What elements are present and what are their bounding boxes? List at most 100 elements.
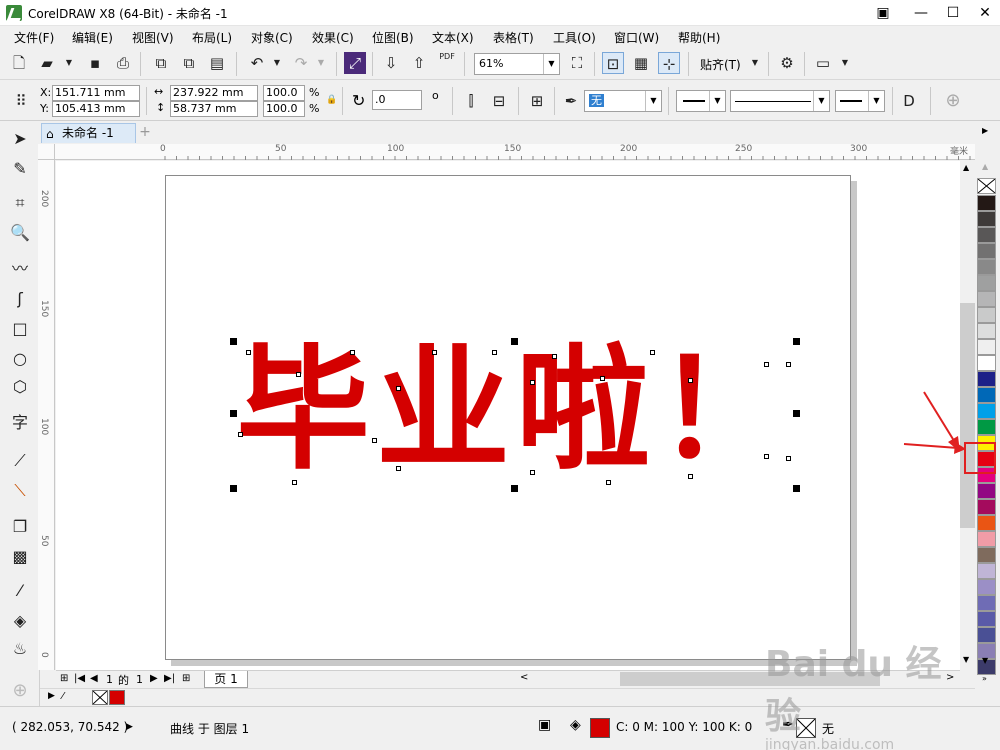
palette-swatch[interactable]: [977, 595, 996, 611]
palette-swatch[interactable]: [977, 515, 996, 531]
menu-view[interactable]: 视图(V): [132, 29, 174, 46]
palette-swatch[interactable]: [977, 387, 996, 403]
selection-handle[interactable]: [230, 410, 237, 417]
prev-page-icon[interactable]: ◀: [90, 673, 98, 684]
palette-menu-icon[interactable]: ▶: [982, 126, 988, 135]
palette-swatch[interactable]: [977, 339, 996, 355]
palette-swatch[interactable]: [977, 531, 996, 547]
selection-handle[interactable]: [230, 485, 237, 492]
horizontal-ruler[interactable]: 0 50 100 150 200 250 300 毫米: [55, 144, 975, 160]
undo-icon[interactable]: ↶: [246, 52, 268, 74]
selection-handle[interactable]: [793, 410, 800, 417]
start-arrowhead-select[interactable]: ▼: [676, 90, 726, 112]
new-document-icon[interactable]: 🗋: [8, 52, 30, 74]
artistic-media-icon[interactable]: ʃ: [9, 288, 31, 310]
vertical-ruler[interactable]: 200 150 100 50 0: [38, 160, 55, 670]
zoom-tool-icon[interactable]: 🔍: [9, 222, 31, 244]
maximize-button[interactable]: ☐: [938, 2, 968, 24]
palette-swatch[interactable]: [977, 323, 996, 339]
palette-swatch[interactable]: [977, 259, 996, 275]
parallel-dimension-icon[interactable]: ⟋: [9, 450, 31, 472]
palette-swatch[interactable]: [977, 371, 996, 387]
search-content-icon[interactable]: ⤢: [344, 52, 366, 74]
close-curve-icon[interactable]: D: [898, 90, 920, 112]
palette-swatch[interactable]: [977, 611, 996, 627]
show-rulers-icon[interactable]: ⊡: [602, 52, 624, 74]
scroll-left-icon[interactable]: <: [520, 672, 528, 683]
palette-swatch[interactable]: [977, 211, 996, 227]
scale-width-field[interactable]: 100.0: [263, 85, 305, 101]
quick-customize-icon[interactable]: ⊞: [526, 90, 548, 112]
red-swatch[interactable]: [109, 690, 125, 705]
x-position-field[interactable]: 151.711 mm: [52, 85, 140, 101]
selection-handle[interactable]: [230, 338, 237, 345]
palette-swatch[interactable]: [977, 403, 996, 419]
rectangle-tool-icon[interactable]: □: [9, 318, 31, 340]
menu-layout[interactable]: 布局(L): [192, 29, 232, 46]
palette-options-icon[interactable]: ▶: [48, 691, 55, 701]
cut-icon[interactable]: ⧉: [150, 52, 172, 74]
menu-object[interactable]: 对象(C): [251, 29, 293, 46]
palette-swatch[interactable]: [977, 499, 996, 515]
menu-text[interactable]: 文本(X): [432, 29, 474, 46]
palette-scroll-up-icon[interactable]: ▲: [982, 162, 988, 171]
undo-dropdown-icon[interactable]: ▼: [266, 52, 288, 74]
mirror-vertical-icon[interactable]: ⊟: [488, 90, 510, 112]
palette-swatch[interactable]: [977, 243, 996, 259]
palette-swatch[interactable]: [977, 547, 996, 563]
menu-help[interactable]: 帮助(H): [678, 29, 720, 46]
minimize-button[interactable]: —: [906, 2, 936, 24]
no-color-swatch[interactable]: [977, 178, 996, 194]
rotation-angle-field[interactable]: .0: [372, 90, 422, 110]
transparency-icon[interactable]: ▩: [9, 546, 31, 568]
snap-to-menu[interactable]: 贴齐(T): [700, 56, 741, 73]
palette-swatch[interactable]: [977, 275, 996, 291]
import-icon[interactable]: ⇩: [380, 52, 402, 74]
add-page-icon[interactable]: ⊞: [60, 673, 68, 684]
fill-color-swatch[interactable]: [590, 718, 610, 738]
menu-window[interactable]: 窗口(W): [614, 29, 659, 46]
open-folder-icon[interactable]: ▰: [36, 52, 58, 74]
gear-icon[interactable]: ⚙: [776, 52, 798, 74]
outline-width-select[interactable]: 无 ▼: [584, 90, 662, 112]
palette-swatch[interactable]: [977, 563, 996, 579]
show-guidelines-icon[interactable]: ⊹: [658, 52, 680, 74]
first-page-icon[interactable]: |◀: [74, 673, 85, 684]
selection-handle[interactable]: [793, 485, 800, 492]
scale-height-field[interactable]: 100.0: [263, 101, 305, 117]
tab-document[interactable]: ⌂ 未命名 -1: [41, 123, 136, 143]
palette-swatch[interactable]: [977, 355, 996, 371]
add-page-after-icon[interactable]: ⊞: [182, 673, 190, 684]
tab-page-1[interactable]: 页 1: [204, 671, 248, 688]
close-button[interactable]: ✕: [970, 2, 1000, 24]
eyedropper-icon[interactable]: ⁄: [62, 691, 64, 702]
last-page-icon[interactable]: ▶|: [164, 673, 175, 684]
line-style-select[interactable]: ▼: [730, 90, 830, 112]
color-proof-icon[interactable]: ▣: [538, 717, 551, 733]
interactive-fill-icon[interactable]: ◈: [9, 610, 31, 632]
new-tab-button[interactable]: +: [138, 125, 152, 140]
chevron-down-icon[interactable]: ▼: [58, 52, 80, 74]
lock-ratio-icon[interactable]: 🔒: [326, 95, 337, 105]
palette-swatch[interactable]: [977, 579, 996, 595]
pick-tool-icon[interactable]: ➤: [9, 128, 31, 150]
selection-handle[interactable]: [793, 338, 800, 345]
export-icon[interactable]: ⇧: [408, 52, 430, 74]
menu-bitmap[interactable]: 位图(B): [372, 29, 414, 46]
scroll-up-icon[interactable]: ▲: [963, 163, 969, 172]
add-preset-icon[interactable]: ⊕: [942, 90, 964, 112]
copy-icon[interactable]: ⧉: [178, 52, 200, 74]
connector-tool-icon[interactable]: ⟍: [9, 480, 31, 502]
next-page-icon[interactable]: ▶: [150, 673, 158, 684]
menu-table[interactable]: 表格(T): [493, 29, 534, 46]
palette-swatch[interactable]: [977, 291, 996, 307]
menu-edit[interactable]: 编辑(E): [72, 29, 113, 46]
add-tool-icon[interactable]: ⊕: [9, 680, 31, 702]
text-tool-icon[interactable]: 字: [9, 412, 31, 434]
palette-swatch[interactable]: [977, 483, 996, 499]
publish-pdf-icon[interactable]: PDF: [436, 52, 458, 74]
palette-swatch[interactable]: [977, 227, 996, 243]
object-height-field[interactable]: 58.737 mm: [170, 101, 258, 117]
paste-icon[interactable]: ▤: [206, 52, 228, 74]
redo-icon[interactable]: ↷: [290, 52, 312, 74]
